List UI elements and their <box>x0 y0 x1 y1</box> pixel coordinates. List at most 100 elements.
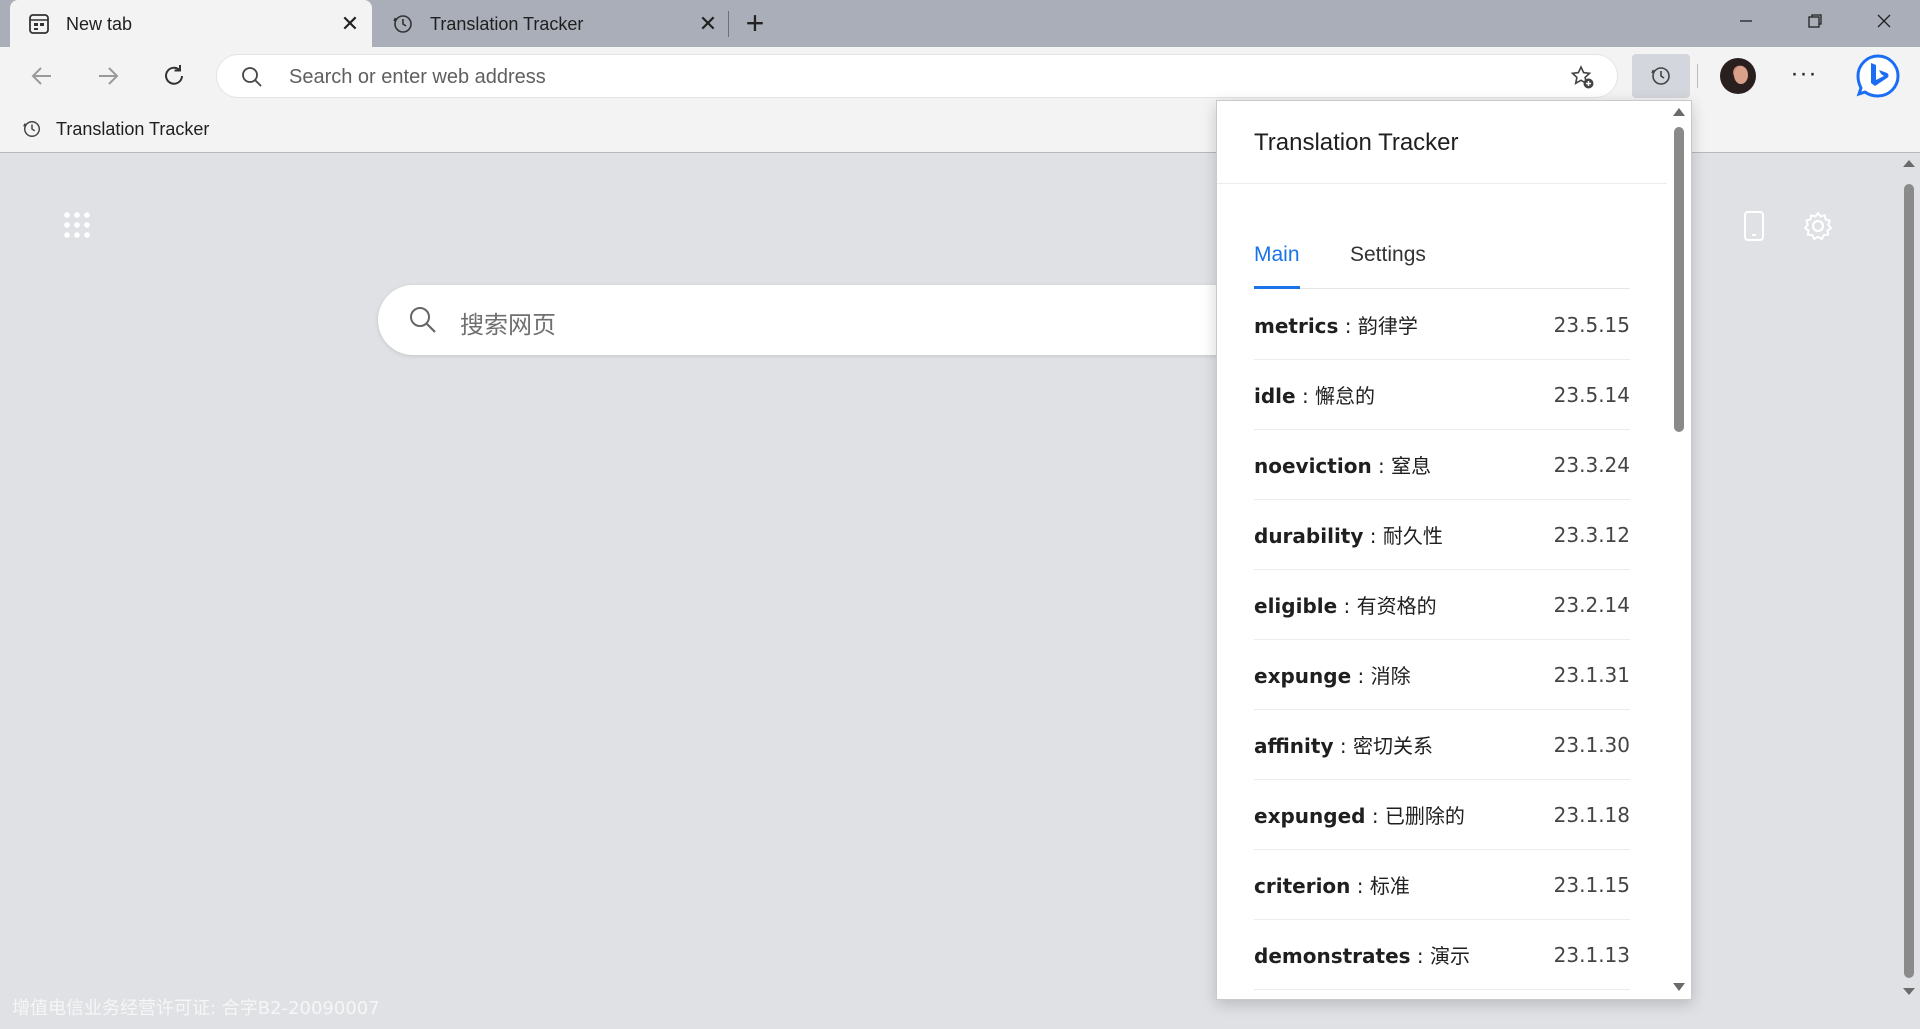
scrollbar-thumb[interactable] <box>1904 184 1914 978</box>
toolbar: ··· <box>0 47 1920 105</box>
word-entry: metrics : 韵律学 <box>1254 314 1418 338</box>
window-close-button[interactable] <box>1866 8 1902 38</box>
word-date: 23.5.15 <box>1553 312 1630 337</box>
word-entry: criterion : 标准 <box>1254 874 1410 898</box>
new-tab-button[interactable]: + <box>740 7 770 39</box>
scroll-down-arrow-icon[interactable] <box>1903 988 1915 995</box>
forward-arrow-icon <box>99 67 119 85</box>
word-date: 23.3.12 <box>1553 522 1630 547</box>
scroll-down-arrow-icon[interactable] <box>1673 983 1685 991</box>
word-translation: 耐久性 <box>1382 524 1443 548</box>
toolbar-separator <box>1697 64 1698 88</box>
word-translation: 消除 <box>1370 664 1411 688</box>
scrollbar-thumb[interactable] <box>1674 127 1684 432</box>
word-translation: 密切关系 <box>1352 734 1433 758</box>
word-term: noeviction <box>1254 454 1372 478</box>
list-item[interactable]: affinity : 密切关系 23.1.30 <box>1254 710 1630 780</box>
list-item[interactable]: expunged : 已删除的 23.1.18 <box>1254 780 1630 850</box>
popup-scrollbar[interactable] <box>1667 101 1691 999</box>
close-icon[interactable]: ✕ <box>696 12 720 36</box>
list-item[interactable]: idle : 懈怠的 23.5.14 <box>1254 360 1630 430</box>
search-placeholder: 搜索网页 <box>460 311 556 339</box>
tab-settings[interactable]: Settings <box>1350 239 1426 289</box>
word-entry: idle : 懈怠的 <box>1254 384 1376 408</box>
tab-separator <box>728 11 729 37</box>
address-bar[interactable] <box>216 54 1618 98</box>
word-term: expunge <box>1254 664 1352 688</box>
list-item[interactable]: noeviction : 窒息 23.3.24 <box>1254 430 1630 500</box>
address-input[interactable] <box>289 61 1489 93</box>
bookmark-translation-tracker[interactable]: Translation Tracker <box>22 115 209 143</box>
word-date: 23.1.13 <box>1553 942 1630 967</box>
list-item[interactable]: expunge : 消除 23.1.31 <box>1254 640 1630 710</box>
forward-button[interactable] <box>88 56 128 96</box>
word-entry: durability : 耐久性 <box>1254 524 1443 548</box>
word-term: criterion <box>1254 874 1351 898</box>
word-entry: expunge : 消除 <box>1254 664 1411 688</box>
word-translation: 有资格的 <box>1356 594 1437 618</box>
profile-avatar[interactable] <box>1720 58 1756 94</box>
tab-translation-tracker[interactable]: Translation Tracker ✕ <box>374 0 730 47</box>
word-translation: 演示 <box>1430 944 1471 968</box>
history-clock-icon <box>1651 67 1670 85</box>
word-term: idle <box>1254 384 1296 408</box>
word-term: demonstrates <box>1254 944 1411 968</box>
settings-gear-icon[interactable] <box>1802 210 1834 242</box>
word-translation: 韵律学 <box>1357 314 1418 338</box>
history-clock-icon <box>392 13 414 35</box>
page-scrollbar[interactable] <box>1898 154 1920 1029</box>
list-item[interactable]: metrics : 韵律学 23.5.15 <box>1254 290 1630 360</box>
popup-tab-bar: Main Settings <box>1254 239 1630 289</box>
license-text: 增值电信业务经营许可证: 合字B2-20090007 <box>12 998 380 1019</box>
word-date: 23.5.14 <box>1553 382 1630 407</box>
list-item[interactable]: eligible : 有资格的 23.2.14 <box>1254 570 1630 640</box>
word-date: 23.3.24 <box>1553 452 1630 477</box>
popup-title: Translation Tracker <box>1254 129 1459 156</box>
list-item[interactable]: criterion : 标准 23.1.15 <box>1254 850 1630 920</box>
word-date: 23.1.18 <box>1553 802 1630 827</box>
word-term: expunged <box>1254 804 1366 828</box>
word-date: 23.2.14 <box>1553 592 1630 617</box>
translation-tracker-popup: Translation Tracker Main Settings metric… <box>1216 100 1692 1000</box>
translation-tracker-extension-button[interactable] <box>1632 54 1690 98</box>
list-item[interactable]: durability : 耐久性 23.3.12 <box>1254 500 1630 570</box>
more-menu-button[interactable]: ··· <box>1784 56 1824 96</box>
mobile-phone-icon[interactable] <box>1742 210 1766 242</box>
add-favorite-icon[interactable] <box>1569 64 1595 90</box>
close-icon[interactable]: ✕ <box>338 12 362 36</box>
word-list: metrics : 韵律学 23.5.15 idle : 懈怠的 23.5.14 noe… <box>1254 290 1630 990</box>
refresh-icon <box>165 65 183 85</box>
word-entry: expunged : 已删除的 <box>1254 804 1465 828</box>
list-item[interactable]: demonstrates : 演示 23.1.13 <box>1254 920 1630 990</box>
minimize-button[interactable] <box>1728 8 1764 38</box>
word-translation: 窒息 <box>1391 454 1432 478</box>
word-term: metrics <box>1254 314 1339 338</box>
tab-new-tab[interactable]: New tab ✕ <box>10 0 372 47</box>
bing-copilot-icon[interactable] <box>1854 52 1902 100</box>
word-translation: 已删除的 <box>1384 804 1465 828</box>
newtab-page-icon <box>28 13 50 35</box>
word-entry: eligible : 有资格的 <box>1254 594 1437 618</box>
word-entry: affinity : 密切关系 <box>1254 734 1433 758</box>
word-date: 23.1.30 <box>1553 732 1630 757</box>
bookmark-label: Translation Tracker <box>56 118 210 139</box>
word-translation: 懈怠的 <box>1315 384 1376 408</box>
popup-header: Translation Tracker <box>1217 101 1667 184</box>
back-arrow-icon <box>31 67 51 85</box>
search-icon <box>408 305 438 335</box>
word-term: durability <box>1254 524 1364 548</box>
word-date: 23.1.15 <box>1553 872 1630 897</box>
app-launcher-icon[interactable] <box>62 210 92 240</box>
restore-button[interactable] <box>1797 8 1833 38</box>
search-icon <box>241 66 263 88</box>
back-button[interactable] <box>22 56 62 96</box>
word-entry: noeviction : 窒息 <box>1254 454 1432 478</box>
history-clock-icon <box>23 121 40 137</box>
scroll-up-arrow-icon[interactable] <box>1903 160 1915 167</box>
word-term: affinity <box>1254 734 1334 758</box>
tab-main[interactable]: Main <box>1254 239 1300 289</box>
scroll-up-arrow-icon[interactable] <box>1673 108 1685 116</box>
word-translation: 标准 <box>1369 874 1410 898</box>
word-term: eligible <box>1254 594 1338 618</box>
refresh-button[interactable] <box>154 56 194 96</box>
